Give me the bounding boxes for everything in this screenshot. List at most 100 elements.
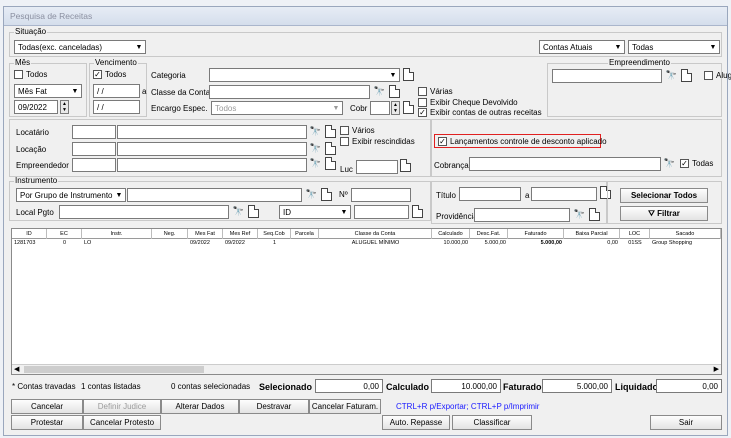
destravar-button[interactable]: Destravar xyxy=(239,399,309,414)
binoculars-icon[interactable]: 🔭 xyxy=(232,205,245,218)
col-calculado[interactable]: Calculado xyxy=(432,229,470,239)
col-desc-fat[interactable]: Desc.Fat. xyxy=(470,229,508,239)
definir-judice-button[interactable]: Definir Judice xyxy=(83,399,161,414)
binoculars-icon[interactable]: 🔭 xyxy=(305,188,318,201)
protestar-button[interactable]: Protestar xyxy=(11,415,83,430)
aluguel-label: Aluguel xyxy=(716,71,731,80)
col-instr[interactable]: Instr. xyxy=(82,229,152,239)
document-icon[interactable] xyxy=(412,205,423,218)
horizontal-scrollbar[interactable]: ◀ ▶ xyxy=(12,364,721,374)
document-icon[interactable] xyxy=(248,205,259,218)
mes-todos-checkbox[interactable] xyxy=(14,70,23,79)
venc-todos-checkbox[interactable]: ✓ xyxy=(93,70,102,79)
document-icon[interactable] xyxy=(325,125,336,138)
document-icon[interactable] xyxy=(403,68,414,81)
instrumento-input[interactable] xyxy=(127,188,302,202)
cancelar-button[interactable]: Cancelar xyxy=(11,399,83,414)
classificar-button[interactable]: Classificar xyxy=(452,415,532,430)
cobranca-input[interactable] xyxy=(469,157,661,171)
col-mes-fat[interactable]: Mes Fat xyxy=(188,229,223,239)
document-icon[interactable] xyxy=(325,157,336,170)
classe-input[interactable] xyxy=(209,85,370,99)
col-mes-ref[interactable]: Mes Ref xyxy=(223,229,258,239)
table-row[interactable]: 1281703 0 LO 09/2022 09/2022 1 ALUGUEL M… xyxy=(12,239,721,248)
document-icon[interactable] xyxy=(681,69,692,82)
col-id[interactable]: ID xyxy=(12,229,47,239)
empreendedor-code-input[interactable] xyxy=(72,158,116,172)
document-icon[interactable] xyxy=(389,85,400,98)
binoculars-icon[interactable]: 🔭 xyxy=(309,157,322,170)
titulo-from-input[interactable] xyxy=(459,187,521,201)
document-icon[interactable] xyxy=(589,208,600,221)
contas-select[interactable]: Contas Atuais ▼ xyxy=(539,40,625,54)
col-baixa[interactable]: Baixa Parcial xyxy=(564,229,620,239)
cobr-input[interactable] xyxy=(370,101,390,115)
document-icon[interactable] xyxy=(403,101,414,114)
sair-button[interactable]: Sair xyxy=(650,415,722,430)
binoculars-icon[interactable]: 🔭 xyxy=(573,208,586,221)
venc-to-input[interactable]: / / xyxy=(93,100,140,114)
filtrar-button[interactable]: ⛛ Filtrar xyxy=(620,206,708,221)
cancelar-faturam-button[interactable]: Cancelar Faturam. xyxy=(309,399,381,414)
todas-select[interactable]: Todas ▼ xyxy=(628,40,720,54)
varias-checkbox[interactable] xyxy=(418,87,427,96)
instrumento-select[interactable]: Por Grupo de Instrumento ▼ xyxy=(16,188,126,202)
document-icon[interactable] xyxy=(325,142,336,155)
varios-checkbox[interactable] xyxy=(340,126,349,135)
binoculars-icon[interactable]: 🔭 xyxy=(373,85,386,98)
cancelar-protesto-button[interactable]: Cancelar Protesto xyxy=(83,415,161,430)
col-neg[interactable]: Neg. xyxy=(152,229,188,239)
encargo-select[interactable]: Todos ▼ xyxy=(211,101,343,115)
col-sacado[interactable]: Sacado xyxy=(650,229,721,239)
cobr-spinner[interactable]: ▲ ▼ xyxy=(391,101,400,115)
locatario-name-input[interactable] xyxy=(117,125,307,139)
binoculars-icon[interactable]: 🔭 xyxy=(663,157,676,170)
mes-tipo-select[interactable]: Mês Fat ▼ xyxy=(14,84,82,98)
luc-input[interactable] xyxy=(356,160,398,174)
local-pgto-input[interactable] xyxy=(59,205,229,219)
locacao-name-input[interactable] xyxy=(117,142,307,156)
scroll-right-icon[interactable]: ▶ xyxy=(714,365,719,373)
col-loc[interactable]: LOC xyxy=(620,229,650,239)
id-input[interactable] xyxy=(354,205,409,219)
locatario-label: Locatário xyxy=(16,128,49,137)
auto-repasse-button[interactable]: Auto. Repasse xyxy=(382,415,450,430)
venc-from-input[interactable]: / / xyxy=(93,84,140,98)
mes-input[interactable]: 09/2022 xyxy=(14,100,58,114)
cell-mes-ref: 09/2022 xyxy=(225,240,245,246)
locacao-code-input[interactable] xyxy=(72,142,116,156)
document-icon[interactable] xyxy=(400,159,411,172)
cobranca-todas-checkbox[interactable]: ✓ xyxy=(680,159,689,168)
receitas-table[interactable]: ID EC Instr. Neg. Mes Fat Mes Ref Seq.Co… xyxy=(11,228,722,375)
titulo-to-input[interactable] xyxy=(531,187,597,201)
id-select[interactable]: ID ▼ xyxy=(279,205,351,219)
col-seq-cob[interactable]: Seq.Cob xyxy=(258,229,291,239)
col-parcela[interactable]: Parcela xyxy=(291,229,319,239)
col-faturado[interactable]: Faturado xyxy=(508,229,564,239)
locatario-code-input[interactable] xyxy=(72,125,116,139)
mes-spinner[interactable]: ▲ ▼ xyxy=(60,100,69,114)
cheque-checkbox[interactable] xyxy=(418,98,427,107)
binoculars-icon[interactable]: 🔭 xyxy=(309,142,322,155)
situacao-select[interactable]: Todas(exc. canceladas) ▼ xyxy=(14,40,146,54)
aluguel-checkbox[interactable] xyxy=(704,71,713,80)
binoculars-icon[interactable]: 🔭 xyxy=(665,69,678,82)
binoculars-icon[interactable]: 🔭 xyxy=(309,125,322,138)
nro-input[interactable] xyxy=(351,188,411,202)
empreendimento-input[interactable] xyxy=(552,69,662,83)
categoria-select[interactable]: ▼ xyxy=(209,68,400,82)
chevron-down-icon: ▼ xyxy=(71,87,79,95)
cobranca-todas-label: Todas xyxy=(692,159,714,168)
desconto-checkbox[interactable]: ✓ xyxy=(438,137,447,146)
empreendedor-name-input[interactable] xyxy=(117,158,307,172)
providencia-input[interactable] xyxy=(474,208,570,222)
selecionar-todos-button[interactable]: Selecionar Todos xyxy=(620,188,708,203)
scroll-left-icon[interactable]: ◀ xyxy=(14,365,19,373)
col-classe[interactable]: Classe da Conta xyxy=(319,229,432,239)
alterar-dados-button[interactable]: Alterar Dados xyxy=(161,399,239,414)
scroll-thumb[interactable] xyxy=(24,366,204,373)
rescindidas-checkbox[interactable] xyxy=(340,137,349,146)
document-icon[interactable] xyxy=(321,188,332,201)
outras-checkbox[interactable]: ✓ xyxy=(418,108,427,117)
col-ec[interactable]: EC xyxy=(47,229,82,239)
